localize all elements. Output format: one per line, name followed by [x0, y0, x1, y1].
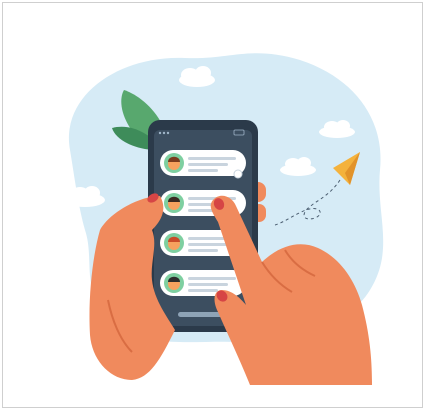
phone-chat-illustration — [65, 53, 384, 385]
list-item[interactable] — [160, 270, 246, 296]
list-item[interactable] — [160, 150, 246, 179]
